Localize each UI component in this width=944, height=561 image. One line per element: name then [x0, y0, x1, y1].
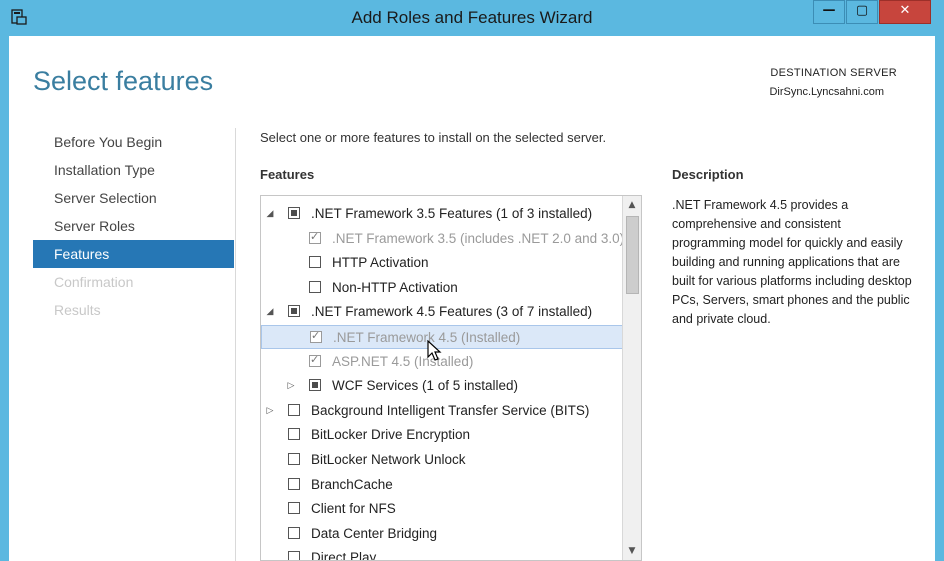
feature-label: Background Intelligent Transfer Service … [311, 402, 590, 418]
feature-checkbox[interactable] [288, 453, 300, 465]
nav-step-results: Results [54, 302, 101, 318]
minimize-button[interactable]: — [813, 0, 845, 24]
features-scrollbar[interactable]: ▲ ▼ [622, 196, 641, 560]
feature-checkbox[interactable] [309, 256, 321, 269]
maximize-icon: ▢ [855, 3, 869, 18]
feature-label: Direct Play [311, 550, 377, 561]
feature-label: BranchCache [311, 476, 393, 492]
feature-row[interactable]: Direct Play [261, 546, 623, 561]
feature-checkbox[interactable] [288, 551, 300, 560]
feature-row[interactable]: Non-HTTP Activation [261, 276, 623, 300]
nav-divider [235, 128, 236, 561]
feature-label: WCF Services (1 of 5 installed) [332, 378, 519, 394]
wizard-body: Select features DESTINATION SERVER DirSy… [9, 36, 935, 561]
feature-row[interactable]: BranchCache [261, 473, 623, 497]
scroll-up-icon[interactable]: ▲ [623, 196, 641, 214]
feature-checkbox[interactable] [288, 403, 300, 416]
expand-arrow-icon[interactable]: ▷ [286, 380, 296, 390]
feature-checkbox[interactable] [288, 526, 300, 539]
feature-label: BitLocker Drive Encryption [311, 427, 471, 443]
feature-checkbox [310, 329, 322, 343]
close-icon: ✕ [899, 3, 911, 18]
destination-server-name: DirSync.Lyncsahni.com [769, 86, 884, 98]
instruction-text: Select one or more features to install o… [260, 130, 607, 145]
feature-row[interactable]: ◢ .NET Framework 3.5 Features (1 of 3 ins… [261, 202, 623, 226]
nav-step-confirmation: Confirmation [54, 274, 134, 290]
feature-checkbox[interactable] [288, 428, 300, 441]
feature-label: .NET Framework 3.5 (includes .NET 2.0 an… [332, 230, 625, 246]
feature-label: Data Center Bridging [311, 525, 438, 541]
expand-arrow-icon[interactable]: ▷ [265, 405, 275, 415]
description-heading: Description [672, 167, 744, 182]
feature-row[interactable]: ▷ Background Intelligent Transfer Service… [261, 399, 623, 423]
feature-label: ASP.NET 4.5 (Installed) [332, 353, 474, 369]
feature-row[interactable]: ◢ .NET Framework 4.5 Features (3 of 7 ins… [261, 300, 623, 324]
nav-step-features[interactable]: Features [33, 240, 234, 268]
wizard-steps-nav: Before You Begin Installation Type Server … [33, 128, 234, 324]
nav-step-before-you-begin[interactable]: Before You Begin [33, 128, 234, 156]
window-frame: Add Roles and Features Wizard — ▢ ✕ Sele… [0, 0, 944, 561]
destination-server-label: DESTINATION SERVER [770, 67, 897, 79]
feature-row[interactable]: ▷ WCF Services (1 of 5 installed) [261, 374, 623, 398]
feature-checkbox[interactable] [288, 207, 300, 219]
features-tree[interactable]: Direct Play Data Center Bridging Client fo… [260, 195, 642, 561]
scroll-down-icon[interactable]: ▼ [623, 542, 641, 560]
feature-checkbox[interactable] [288, 305, 300, 318]
window-title: Add Roles and Features Wizard [351, 8, 593, 27]
feature-row[interactable]: .NET Framework 3.5 (includes .NET 2.0 an… [261, 227, 625, 251]
feature-row[interactable]: BitLocker Network Unlock [261, 448, 623, 472]
feature-label: .NET Framework 3.5 Features (1 of 3 inst… [311, 206, 593, 221]
feature-row[interactable]: Client for NFS [261, 497, 623, 521]
page-title: Select features [33, 66, 214, 96]
description-text: .NET Framework 4.5 provides a comprehens… [672, 198, 912, 326]
feature-label: BitLocker Network Unlock [311, 452, 466, 467]
nav-step-installation-type[interactable]: Installation Type [33, 156, 234, 184]
feature-label: HTTP Activation [332, 255, 429, 271]
feature-checkbox[interactable] [309, 280, 321, 293]
feature-checkbox [309, 353, 321, 367]
collapse-arrow-icon[interactable]: ◢ [265, 208, 275, 218]
mouse-pointer-icon [427, 339, 443, 366]
collapse-arrow-icon[interactable]: ◢ [265, 306, 275, 316]
title-bar: Add Roles and Features Wizard — ▢ ✕ [0, 0, 944, 36]
feature-label: Non-HTTP Activation [332, 279, 458, 295]
feature-checkbox[interactable] [288, 502, 300, 515]
feature-label: .NET Framework 4.5 Features (3 of 7 inst… [311, 304, 593, 320]
feature-row[interactable]: Data Center Bridging [261, 522, 623, 546]
feature-label: Client for NFS [311, 501, 396, 517]
minimize-icon: — [822, 3, 836, 18]
features-heading: Features [260, 167, 315, 182]
feature-row[interactable]: BitLocker Drive Encryption [261, 423, 623, 447]
feature-row[interactable]: HTTP Activation [261, 251, 623, 275]
close-button[interactable]: ✕ [879, 0, 931, 24]
feature-checkbox [309, 230, 321, 244]
feature-checkbox[interactable] [288, 477, 300, 490]
nav-step-server-roles[interactable]: Server Roles [33, 212, 234, 240]
nav-step-server-selection[interactable]: Server Selection [33, 184, 234, 212]
maximize-button[interactable]: ▢ [846, 0, 878, 24]
scroll-thumb[interactable] [626, 216, 639, 294]
feature-checkbox[interactable] [309, 379, 321, 392]
